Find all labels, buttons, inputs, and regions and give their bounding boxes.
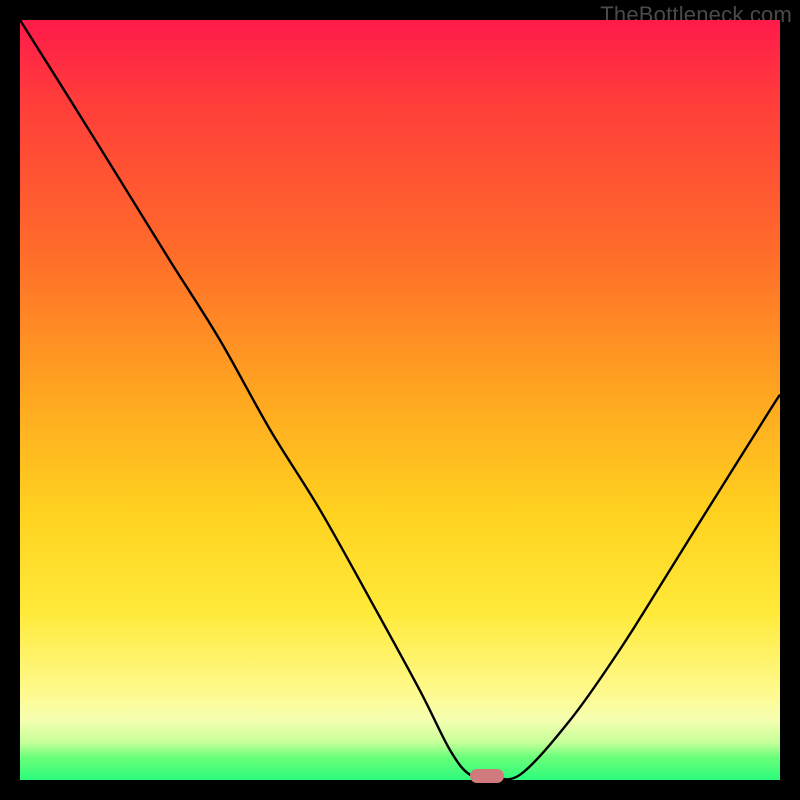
bottleneck-curve: [20, 20, 780, 780]
optimal-marker: [470, 769, 504, 783]
plot-area: [20, 20, 780, 780]
curve-path: [20, 20, 780, 779]
chart-frame: TheBottleneck.com: [0, 0, 800, 800]
